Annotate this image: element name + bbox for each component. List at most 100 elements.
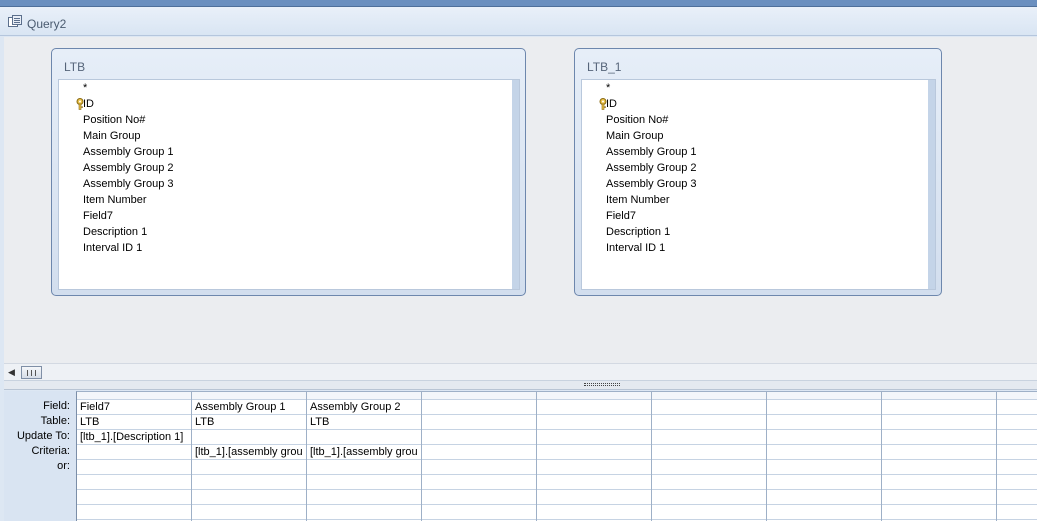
grid-cell-or[interactable]: [422, 460, 536, 475]
grid-cell[interactable]: [997, 505, 1037, 520]
grid-column-selector[interactable]: [882, 392, 996, 400]
grid-cell-criteria[interactable]: [537, 445, 651, 460]
field-item[interactable]: Description 1: [83, 224, 147, 240]
grid-cell[interactable]: [422, 505, 536, 520]
grid-cell-table[interactable]: [767, 415, 881, 430]
grid-cell[interactable]: [422, 490, 536, 505]
grid-cell-update-to[interactable]: [422, 430, 536, 445]
field-list[interactable]: * ID Position No# Main Group Assembly Group …: [58, 79, 520, 290]
grid-cell-update-to[interactable]: [537, 430, 651, 445]
grid-cell-update-to[interactable]: [307, 430, 421, 445]
grid-column-selector[interactable]: [307, 392, 421, 400]
field-item[interactable]: *: [83, 80, 87, 96]
field-item[interactable]: Assembly Group 1: [83, 144, 173, 160]
grid-cell[interactable]: [192, 475, 306, 490]
grid-cell-update-to[interactable]: [767, 430, 881, 445]
grid-cell-table[interactable]: [882, 415, 996, 430]
grid-cell-field[interactable]: [767, 400, 881, 415]
grid-cell-criteria[interactable]: [767, 445, 881, 460]
grid-cell[interactable]: [652, 490, 766, 505]
grid-cell[interactable]: [307, 505, 421, 520]
grid-cell-or[interactable]: [997, 460, 1037, 475]
grid-cell-table[interactable]: LTB: [77, 415, 191, 430]
field-item[interactable]: Position No#: [83, 112, 145, 128]
field-item[interactable]: Main Group: [83, 128, 140, 144]
grid-cell-field[interactable]: [537, 400, 651, 415]
grid-cell[interactable]: [997, 475, 1037, 490]
grid-cell-criteria[interactable]: [422, 445, 536, 460]
grid-cell-or[interactable]: [192, 460, 306, 475]
grid-column-selector[interactable]: [192, 392, 306, 400]
field-list[interactable]: * ID Position No# Main Group Assembly Group …: [581, 79, 936, 290]
query-design-grid[interactable]: Field7 LTB [ltb_1].[Description 1] Assembly…: [76, 391, 1037, 521]
grid-cell-update-to[interactable]: [882, 430, 996, 445]
grid-column[interactable]: Assembly Group 2 LTB [ltb_1].[assembly gro…: [307, 392, 422, 521]
grid-cell-criteria[interactable]: [997, 445, 1037, 460]
grid-cell-or[interactable]: [307, 460, 421, 475]
grid-cell-criteria[interactable]: [ltb_1].[assembly grou: [307, 445, 421, 460]
grid-cell[interactable]: [77, 490, 191, 505]
document-tab[interactable]: Query2: [0, 7, 1037, 36]
grid-cell-field[interactable]: [652, 400, 766, 415]
scroll-left-arrow-icon[interactable]: ◀: [8, 367, 15, 378]
field-item[interactable]: Assembly Group 1: [606, 144, 696, 160]
field-item[interactable]: Main Group: [606, 128, 663, 144]
field-item[interactable]: Assembly Group 3: [83, 176, 173, 192]
grid-column-selector[interactable]: [767, 392, 881, 400]
field-item[interactable]: Item Number: [83, 192, 147, 208]
field-item[interactable]: Assembly Group 3: [606, 176, 696, 192]
grid-column-selector[interactable]: [77, 392, 191, 400]
grid-column[interactable]: Assembly Group 1 LTB [ltb_1].[assembly gro…: [192, 392, 307, 521]
grid-column-selector[interactable]: [537, 392, 651, 400]
grid-cell-update-to[interactable]: [652, 430, 766, 445]
grid-cell[interactable]: [422, 475, 536, 490]
scrollbar-thumb[interactable]: [21, 366, 42, 379]
grid-cell-or[interactable]: [537, 460, 651, 475]
pane-splitter[interactable]: [4, 380, 1037, 390]
grid-cell[interactable]: [537, 475, 651, 490]
grid-cell-field[interactable]: [882, 400, 996, 415]
grid-cell[interactable]: [537, 490, 651, 505]
grid-cell-table[interactable]: [422, 415, 536, 430]
grid-column[interactable]: [422, 392, 537, 521]
grid-cell-criteria[interactable]: [ltb_1].[assembly grou: [192, 445, 306, 460]
grid-cell[interactable]: [767, 505, 881, 520]
field-item[interactable]: Interval ID 1: [606, 240, 665, 256]
grid-cell-criteria[interactable]: [882, 445, 996, 460]
grid-cell-field[interactable]: Assembly Group 1: [192, 400, 306, 415]
field-item[interactable]: *: [606, 80, 610, 96]
grid-cell[interactable]: [192, 490, 306, 505]
field-item[interactable]: Description 1: [606, 224, 670, 240]
table-title[interactable]: LTB_1: [587, 60, 621, 74]
field-item[interactable]: Assembly Group 2: [606, 160, 696, 176]
table-field-list-ltb[interactable]: LTB * ID Position No# Main Group Assembly Gr…: [51, 48, 526, 296]
grid-cell[interactable]: [652, 505, 766, 520]
grid-cell-field[interactable]: Assembly Group 2: [307, 400, 421, 415]
grid-cell-field[interactable]: [422, 400, 536, 415]
grid-cell[interactable]: [882, 490, 996, 505]
field-item[interactable]: Assembly Group 2: [83, 160, 173, 176]
table-title[interactable]: LTB: [64, 60, 85, 74]
grid-cell[interactable]: [307, 490, 421, 505]
field-item[interactable]: Field7: [606, 208, 636, 224]
grid-cell[interactable]: [77, 505, 191, 520]
grid-cell-table[interactable]: [997, 415, 1037, 430]
grid-cell-or[interactable]: [767, 460, 881, 475]
grid-column[interactable]: Field7 LTB [ltb_1].[Description 1]: [77, 392, 192, 521]
grid-column-selector[interactable]: [997, 392, 1037, 400]
grid-cell-update-to[interactable]: [997, 430, 1037, 445]
field-item[interactable]: Item Number: [606, 192, 670, 208]
grid-column[interactable]: [997, 392, 1037, 521]
grid-cell[interactable]: [997, 490, 1037, 505]
grid-cell[interactable]: [652, 475, 766, 490]
grid-cell[interactable]: [537, 505, 651, 520]
table-field-list-ltb-1[interactable]: LTB_1 * ID Position No# Main Group Assembly …: [574, 48, 942, 296]
grid-cell-criteria[interactable]: [652, 445, 766, 460]
grid-column[interactable]: [652, 392, 767, 521]
grid-cell-or[interactable]: [652, 460, 766, 475]
grid-column[interactable]: [882, 392, 997, 521]
splitter-grip-icon[interactable]: [584, 383, 620, 386]
grid-cell[interactable]: [882, 475, 996, 490]
field-item[interactable]: Field7: [83, 208, 113, 224]
grid-cell-table[interactable]: [652, 415, 766, 430]
